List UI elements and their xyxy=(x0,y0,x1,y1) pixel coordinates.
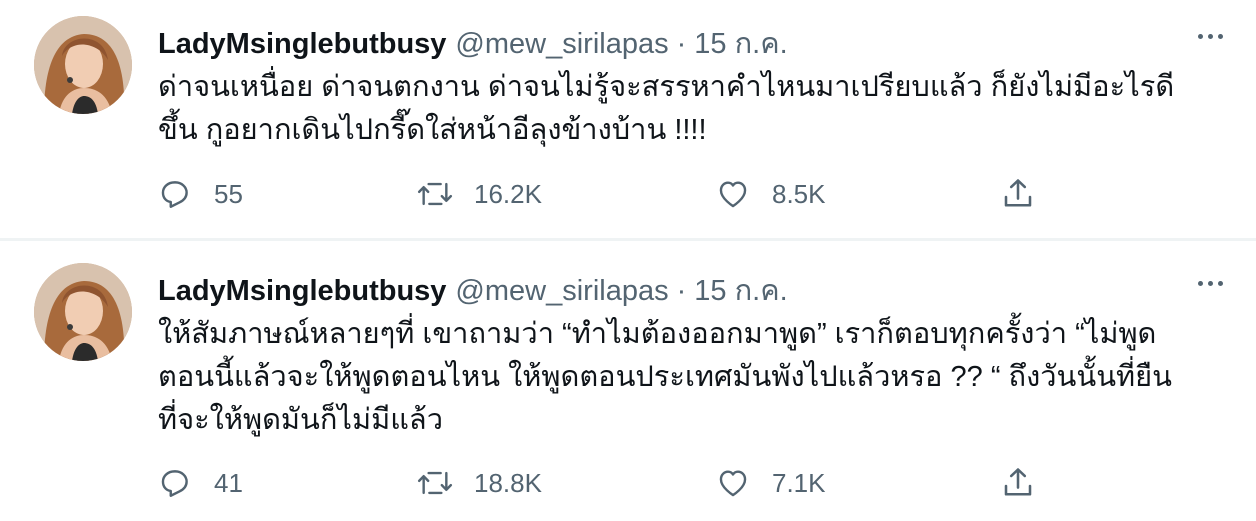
separator-dot: · xyxy=(676,275,687,307)
more-dot xyxy=(1217,33,1223,39)
more-icon[interactable] xyxy=(1190,273,1230,293)
more-dot xyxy=(1197,33,1203,39)
more-dot xyxy=(1207,33,1213,39)
retweet-button[interactable]: 16.2K xyxy=(416,174,542,214)
share-button[interactable] xyxy=(1000,463,1036,503)
more-dot xyxy=(1207,280,1213,286)
avatar-image xyxy=(34,263,132,361)
reply-count: 41 xyxy=(214,467,243,498)
avatar[interactable] xyxy=(34,16,132,114)
like-button[interactable]: 7.1K xyxy=(716,463,826,503)
user-handle[interactable]: @mew_sirilapas xyxy=(455,28,668,61)
like-count: 7.1K xyxy=(772,467,826,498)
reply-button[interactable]: 41 xyxy=(158,463,243,503)
retweet-icon xyxy=(417,182,453,206)
heart-icon xyxy=(719,470,747,497)
tweet-date[interactable]: 15 ก.ค. xyxy=(694,20,787,66)
share-icon xyxy=(1004,468,1032,496)
tweet-header: LadyMsinglebutbusy @mew_sirilapas · 15 ก… xyxy=(158,20,788,60)
more-dot xyxy=(1197,280,1203,286)
tweet-actions: 55 16.2K 8.5K xyxy=(158,174,1158,214)
heart-icon xyxy=(719,181,747,208)
tweet-feed: LadyMsinglebutbusy @mew_sirilapas · 15 ก… xyxy=(0,0,1256,521)
like-count: 8.5K xyxy=(772,178,826,209)
reply-button[interactable]: 55 xyxy=(158,174,243,214)
reply-icon xyxy=(161,181,188,208)
tweet-text: ให้สัมภาษณ์หลายๆที่ เขาถามว่า “ทำไมต้องอ… xyxy=(158,318,1172,436)
avatar[interactable] xyxy=(34,263,132,361)
share-button[interactable] xyxy=(1000,174,1036,214)
tweet-actions: 41 18.8K 7.1K xyxy=(158,463,1158,503)
display-name[interactable]: LadyMsinglebutbusy xyxy=(158,275,446,308)
tweet-text: ด่าจนเหนื่อย ด่าจนตกงาน ด่าจนไม่รู้จะสรร… xyxy=(158,71,1175,146)
more-dot xyxy=(1217,280,1223,286)
reply-count: 55 xyxy=(214,178,243,209)
more-icon[interactable] xyxy=(1190,26,1230,46)
retweet-button[interactable]: 18.8K xyxy=(416,463,542,503)
retweet-icon xyxy=(417,471,453,495)
tweet-header: LadyMsinglebutbusy @mew_sirilapas · 15 ก… xyxy=(158,267,788,307)
like-button[interactable]: 8.5K xyxy=(716,174,826,214)
share-icon xyxy=(1004,179,1032,207)
separator-dot: · xyxy=(676,28,687,60)
tweet-date[interactable]: 15 ก.ค. xyxy=(694,267,787,313)
retweet-count: 18.8K xyxy=(474,467,542,498)
tweet[interactable]: LadyMsinglebutbusy @mew_sirilapas · 15 ก… xyxy=(0,0,1256,240)
avatar-image xyxy=(34,16,132,114)
reply-icon xyxy=(161,470,188,497)
retweet-count: 16.2K xyxy=(474,178,542,209)
tweet[interactable]: LadyMsinglebutbusy @mew_sirilapas · 15 ก… xyxy=(0,241,1256,521)
display-name[interactable]: LadyMsinglebutbusy xyxy=(158,28,446,61)
user-handle[interactable]: @mew_sirilapas xyxy=(455,275,668,308)
